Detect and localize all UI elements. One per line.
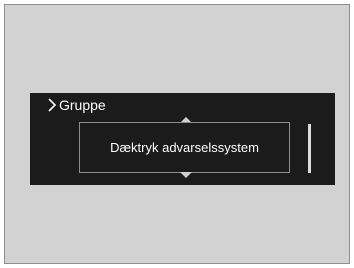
scroll-down-icon[interactable] [180, 172, 192, 178]
group-title: Gruppe [59, 97, 106, 113]
menu-item-label: Dæktryk advarselssystem [110, 140, 259, 155]
scrollbar[interactable] [308, 124, 311, 173]
page-frame: Gruppe Dæktryk advarselssystem [4, 4, 350, 264]
chevron-right-icon [48, 98, 57, 112]
menu-item-selected[interactable]: Dæktryk advarselssystem [79, 122, 290, 173]
scrollbar-thumb[interactable] [308, 124, 311, 173]
instrument-display: Gruppe Dæktryk advarselssystem [30, 93, 335, 185]
